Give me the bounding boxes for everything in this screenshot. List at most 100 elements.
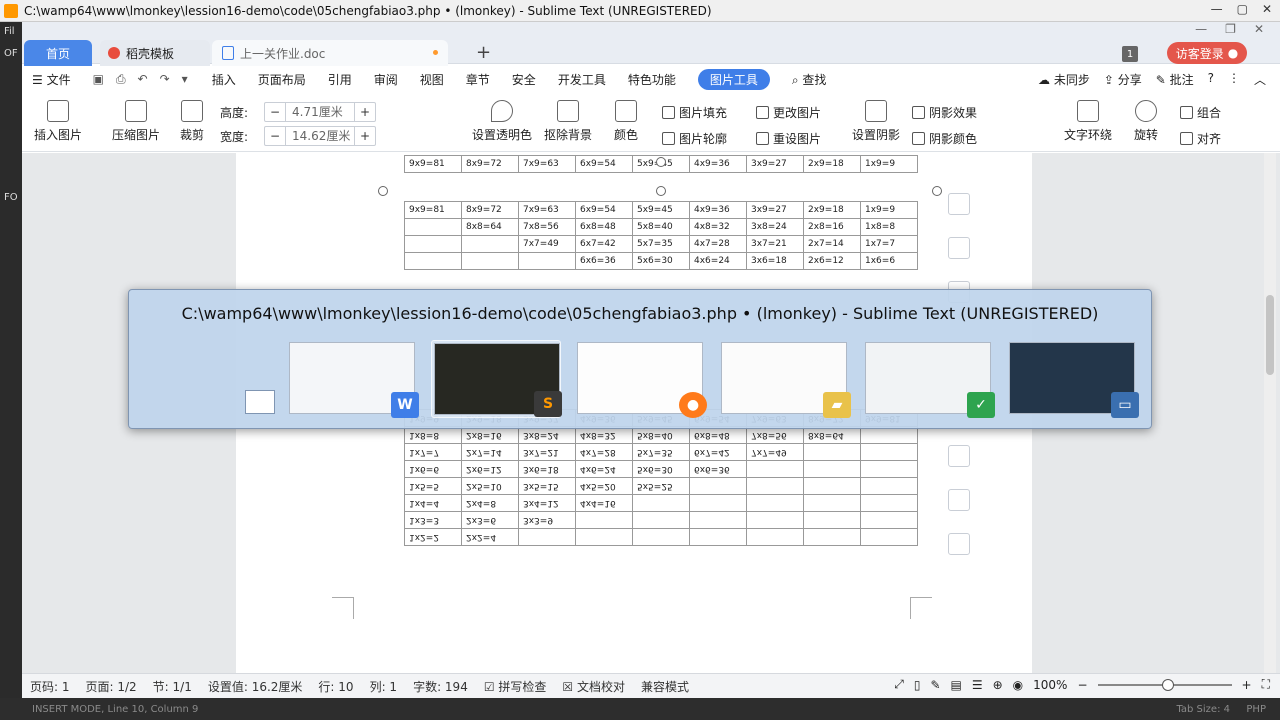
zoom-out-icon[interactable] [948,193,970,215]
table-cell[interactable]: 4x6=24 [576,460,633,477]
table-cell[interactable]: 3x9=27 [747,202,804,219]
table-cell[interactable] [690,511,747,528]
menu-insert[interactable]: 插入 [212,71,236,88]
table-cell[interactable]: 5x5=25 [633,477,690,494]
table-cell[interactable]: 9x9=81 [405,156,462,173]
table-cell[interactable] [462,236,519,253]
zoom-slider[interactable] [1097,678,1232,691]
table-cell[interactable] [462,253,519,270]
pen-icon[interactable]: ✎ [930,678,940,692]
table-cell[interactable]: 2x6=12 [804,253,861,270]
table-cell[interactable]: 4x7=28 [576,443,633,460]
table-cell[interactable]: 7x9=63 [519,156,576,173]
group-button[interactable]: 组合 [1180,104,1221,121]
menu-search[interactable]: ⌕ 查找 [792,71,827,88]
table-cell[interactable]: 7x7=49 [519,236,576,253]
redo-icon[interactable]: ↷ [160,72,170,87]
table-cell[interactable]: 3x9=27 [747,156,804,173]
resize-handle[interactable] [656,186,666,196]
table-cell[interactable] [633,528,690,545]
table-cell[interactable] [633,511,690,528]
table-cell[interactable]: 3x8=24 [747,219,804,236]
switcher-thumb-explorer[interactable]: ▰ [719,340,851,418]
eye-protect-icon[interactable]: ◉ [1013,678,1023,692]
table-cell[interactable] [519,528,576,545]
table-cell[interactable]: 6x6=36 [576,253,633,270]
crop-button[interactable]: 裁剪 [180,100,204,143]
new-tab-button[interactable]: + [476,42,491,63]
table-cell[interactable] [576,528,633,545]
status-pages[interactable]: 页面: 1/2 [86,678,137,695]
table-cell[interactable]: 4x5=20 [576,477,633,494]
zoom-minus-icon[interactable]: − [1077,678,1087,692]
table-cell[interactable]: 5x8=40 [633,219,690,236]
shadow-color-button[interactable]: 阴影颜色 [912,130,977,147]
table-cell[interactable]: 1x7=7 [861,236,918,253]
table-cell[interactable]: 8x8=64 [462,219,519,236]
share-button[interactable]: ⇪ 分享 [1104,71,1142,88]
table-cell[interactable] [861,494,918,511]
sublime-syntax[interactable]: PHP [1246,704,1266,715]
table-cell[interactable] [861,511,918,528]
wps-minimize-icon[interactable]: — [1195,22,1207,36]
table-main[interactable]: 9x9=81 8x9=72 7x9=63 6x9=54 5x9=45 4x9=36 3x9=… [404,201,918,270]
save-icon[interactable]: ▣ [93,72,104,87]
color-button[interactable]: 颜色 [614,100,638,143]
compress-picture-button[interactable]: 压缩图片 [112,100,160,143]
collapse-ribbon-icon[interactable]: ︿ [1254,71,1266,88]
width-decrease[interactable]: − [265,129,285,143]
table-cell[interactable] [804,460,861,477]
table-cell[interactable]: 3x7=21 [747,236,804,253]
table-cell[interactable]: 2x9=18 [804,156,861,173]
switcher-thumb-sublime[interactable]: S [431,340,562,418]
table-cell[interactable]: 2x6=12 [462,460,519,477]
remove-background-button[interactable]: 抠除背景 [544,100,592,143]
page-view-icon[interactable]: ▤ [951,678,962,692]
layout-icon[interactable] [948,237,970,259]
table-cell[interactable] [519,253,576,270]
table-cell[interactable] [405,236,462,253]
web-view-icon[interactable]: ⊕ [993,678,1003,692]
menu-developer[interactable]: 开发工具 [558,71,606,88]
zoom-level[interactable]: 100% [1033,678,1067,692]
table-cell[interactable] [405,253,462,270]
table-cell[interactable]: 1x7=7 [405,443,462,460]
zoom-plus-icon[interactable]: + [1242,678,1252,692]
resize-handle[interactable] [378,186,388,196]
wps-restore-icon[interactable]: ❐ [1225,22,1236,36]
table-cell[interactable]: 1x6=6 [405,460,462,477]
text-wrap-button[interactable]: 文字环绕 [1064,100,1112,143]
set-shadow-button[interactable]: 设置阴影 [852,100,900,143]
switcher-thumb-other[interactable]: ✓ [863,340,995,418]
table-cell[interactable]: 4x6=24 [690,253,747,270]
width-value[interactable]: 14.62厘米 [285,127,355,145]
table-cell[interactable]: 2x7=14 [804,236,861,253]
table-cell[interactable] [633,494,690,511]
resize-handle[interactable] [932,186,942,196]
table-cell[interactable]: 2x3=6 [462,511,519,528]
comment-button[interactable]: ✎ 批注 [1156,71,1194,88]
table-cell[interactable]: 1x8=8 [861,219,918,236]
read-mode-icon[interactable]: ▯ [914,678,921,692]
outline-view-icon[interactable]: ☰ [972,678,983,692]
table-cell[interactable]: 3x4=12 [519,494,576,511]
table-cell[interactable]: 3x5=15 [519,477,576,494]
menu-page-layout[interactable]: 页面布局 [258,71,306,88]
table-cell[interactable]: 6x7=42 [576,236,633,253]
maximize-icon[interactable]: ▢ [1237,2,1248,16]
width-stepper[interactable]: − 14.62厘米 + [264,126,376,146]
table-cell[interactable] [804,511,861,528]
table-cell[interactable]: 8x9=72 [462,156,519,173]
picture-outline-button[interactable]: 图片轮廓 [662,130,727,147]
picture-tool-icon[interactable] [948,533,970,555]
table-cell[interactable]: 5x7=35 [633,443,690,460]
insert-picture-button[interactable]: 插入图片 [34,100,82,143]
scroll-thumb[interactable] [1266,295,1274,375]
table-cell[interactable]: 5x7=35 [633,236,690,253]
menu-view[interactable]: 视图 [420,71,444,88]
table-cell[interactable]: 6x9=54 [576,156,633,173]
table-cell[interactable]: 2x5=10 [462,477,519,494]
table-cell[interactable]: 5x6=30 [633,253,690,270]
copy-icon[interactable] [948,445,970,467]
table-cell[interactable]: 4x9=36 [690,156,747,173]
